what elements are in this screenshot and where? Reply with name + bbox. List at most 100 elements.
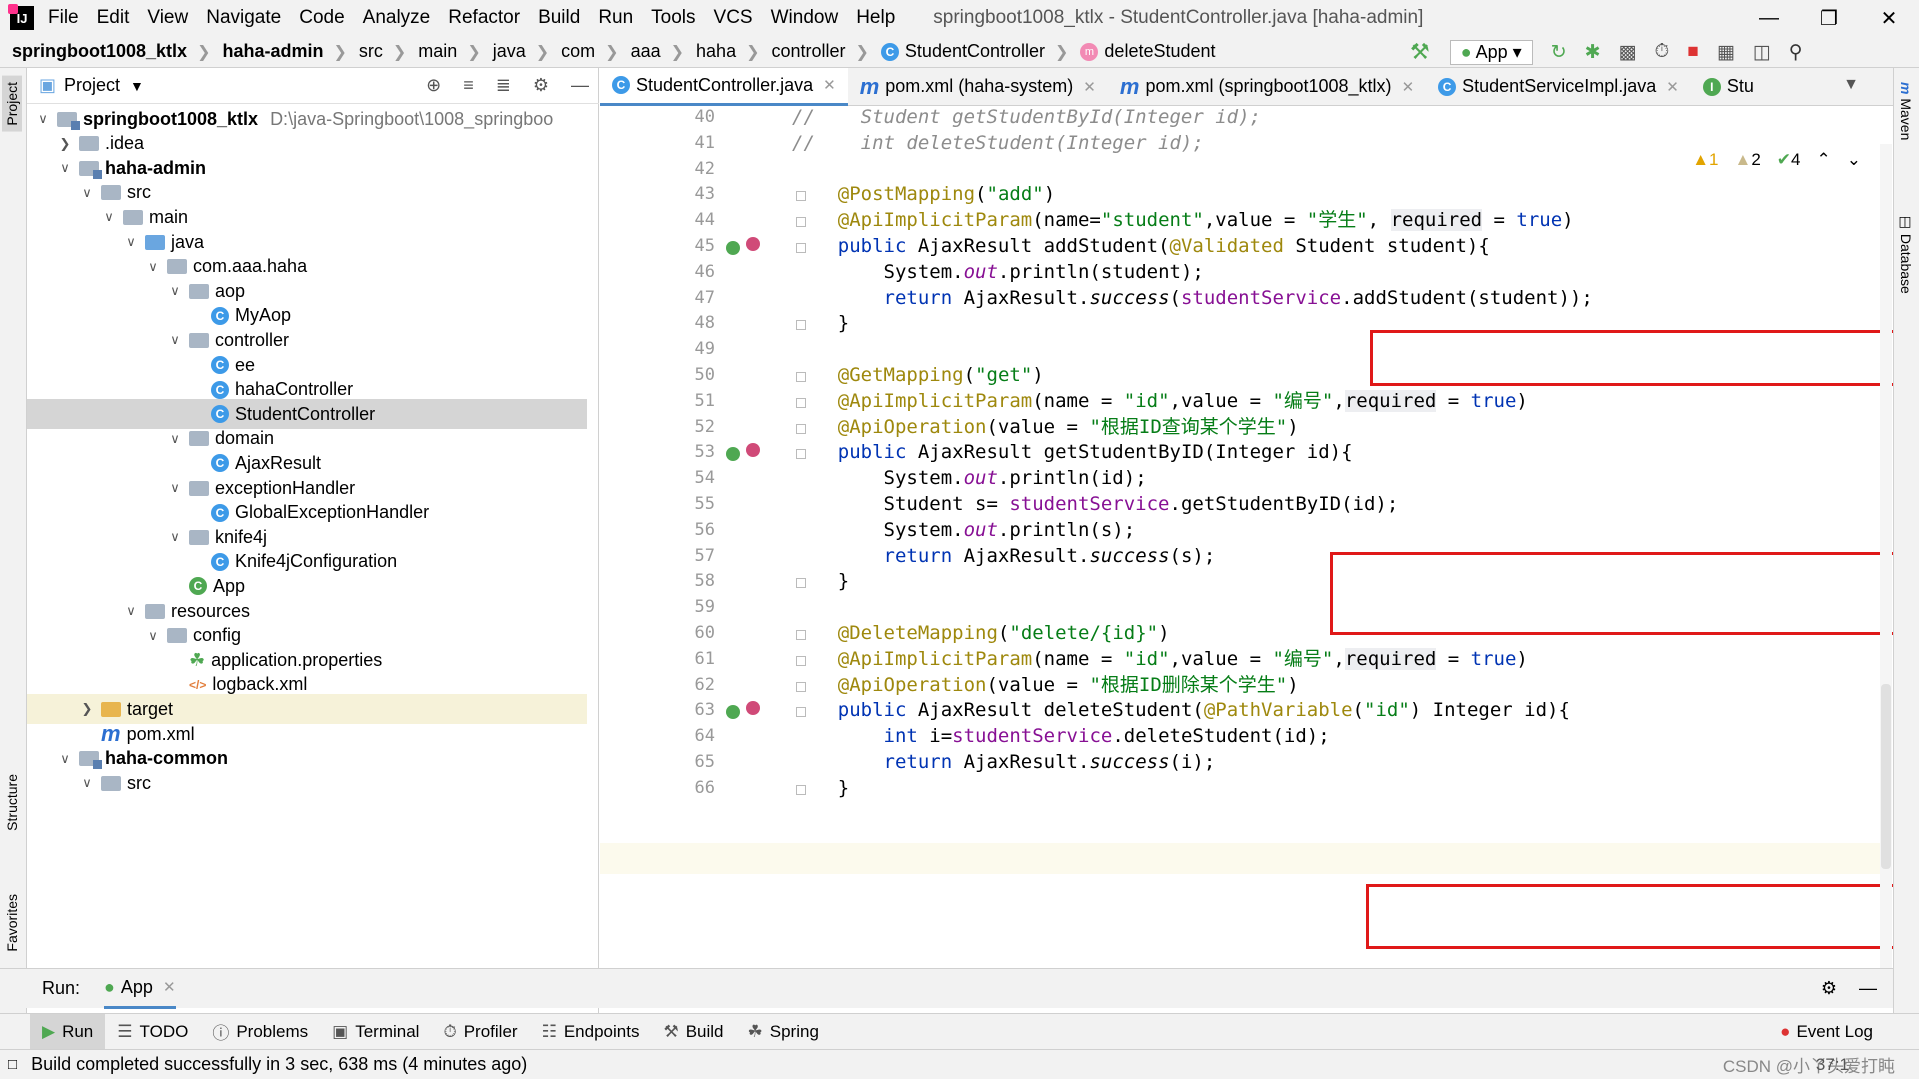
- run-settings-gear-icon[interactable]: ⚙: [1821, 978, 1837, 999]
- chevron-right-icon[interactable]: ❯: [57, 136, 73, 152]
- event-log-button[interactable]: ● Event Log: [1780, 1022, 1873, 1042]
- editor-tab[interactable]: m pom.xml (springboot1008_ktlx) ✕: [1108, 68, 1426, 106]
- breadcrumb-item[interactable]: haha ❯: [696, 41, 759, 62]
- hide-run-panel-icon[interactable]: —: [1859, 978, 1877, 999]
- fold-icon[interactable]: [796, 578, 806, 589]
- chevron-down-icon[interactable]: ∨: [101, 209, 117, 225]
- close-run-tab-icon[interactable]: ✕: [163, 978, 176, 996]
- chevron-right-icon[interactable]: ❯: [79, 701, 95, 717]
- fold-icon[interactable]: [796, 423, 806, 434]
- mapping-gutter-icon[interactable]: [746, 701, 760, 716]
- status-message[interactable]: Build completed successfully in 3 sec, 6…: [31, 1054, 527, 1075]
- tool-window-endpoints[interactable]: ☷ Endpoints: [530, 1014, 652, 1050]
- menu-refactor[interactable]: Refactor: [448, 7, 520, 29]
- menu-navigate[interactable]: Navigate: [206, 7, 281, 29]
- fold-icon[interactable]: [796, 449, 806, 460]
- code-line[interactable]: return AjaxResult.success(s);: [792, 541, 1216, 572]
- fold-icon[interactable]: [796, 707, 806, 718]
- breadcrumb-item[interactable]: src ❯: [359, 41, 406, 62]
- fold-icon[interactable]: [796, 784, 806, 795]
- fold-icon[interactable]: [796, 655, 806, 666]
- chevron-down-icon[interactable]: ∨: [145, 259, 161, 275]
- favorites-tool-tab[interactable]: Favorites: [2, 888, 22, 958]
- run-gutter-icon[interactable]: [726, 447, 740, 462]
- fold-icon[interactable]: [796, 243, 806, 253]
- close-tab-icon[interactable]: ✕: [823, 76, 836, 94]
- fold-icon[interactable]: [796, 630, 806, 640]
- minimize-icon[interactable]: —: [1739, 0, 1799, 36]
- search-icon[interactable]: ⚲: [1789, 41, 1803, 64]
- cursor-position[interactable]: 37:1: [1816, 1055, 1849, 1075]
- breadcrumb-item[interactable]: springboot1008_ktlx ❯: [12, 41, 210, 62]
- breadcrumb-item[interactable]: com ❯: [561, 41, 618, 62]
- stop-icon[interactable]: ■: [1687, 41, 1698, 63]
- debug-icon[interactable]: ✱: [1585, 41, 1601, 64]
- profile-icon[interactable]: ⏱: [1655, 41, 1670, 63]
- status-toggle-icon[interactable]: □: [8, 1056, 17, 1073]
- build-hammer-icon[interactable]: ⚒: [1410, 39, 1430, 65]
- breadcrumb-item[interactable]: haha-admin ❯: [222, 41, 346, 62]
- restore-icon[interactable]: ❐: [1799, 0, 1859, 36]
- menu-vcs[interactable]: VCS: [714, 7, 753, 29]
- breadcrumb-item[interactable]: aaa ❯: [631, 41, 684, 62]
- breadcrumb-item[interactable]: m deleteStudent: [1080, 41, 1216, 62]
- fold-icon[interactable]: [796, 397, 806, 408]
- code-area[interactable]: 40// Student getStudentById(Integer id);…: [600, 106, 1893, 968]
- window-layout-icon[interactable]: ◫: [1753, 41, 1771, 64]
- fold-icon[interactable]: [796, 320, 806, 331]
- coverage-icon[interactable]: ▩: [1619, 41, 1637, 64]
- run-config-select[interactable]: ● App ▾: [1449, 39, 1533, 65]
- chevron-down-icon[interactable]: ∨: [57, 160, 73, 176]
- chevron-down-icon[interactable]: ∨: [167, 332, 183, 348]
- code-line[interactable]: return AjaxResult.success(studentService…: [792, 283, 1593, 314]
- close-icon[interactable]: ✕: [1859, 0, 1919, 36]
- run-gutter-icon[interactable]: [726, 241, 740, 255]
- structure-tool-tab[interactable]: Structure: [2, 768, 22, 837]
- chevron-down-icon[interactable]: ∨: [167, 529, 183, 545]
- editor-tab[interactable]: C StudentController.java ✕: [600, 67, 848, 106]
- chevron-down-icon[interactable]: ∨: [123, 603, 139, 619]
- next-highlight-icon[interactable]: ⌄: [1847, 150, 1861, 170]
- chevron-down-icon[interactable]: ∨: [79, 775, 95, 791]
- tool-window-profiler[interactable]: ⏱ Profiler: [431, 1014, 529, 1050]
- tool-window-terminal[interactable]: ▣ Terminal: [320, 1014, 431, 1050]
- menu-file[interactable]: File: [48, 7, 79, 29]
- prev-highlight-icon[interactable]: ⌃: [1817, 150, 1831, 170]
- menu-code[interactable]: Code: [299, 7, 344, 29]
- fold-icon[interactable]: [796, 372, 806, 382]
- tool-window-run[interactable]: ▶ Run: [30, 1013, 106, 1050]
- chevron-down-icon[interactable]: ∨: [167, 283, 183, 299]
- mapping-gutter-icon[interactable]: [746, 237, 760, 251]
- close-tab-icon[interactable]: ✕: [1083, 78, 1096, 96]
- tree-node[interactable]: ∨ src: [27, 768, 587, 798]
- menu-run[interactable]: Run: [598, 7, 633, 29]
- editor-tab[interactable]: I Stu: [1691, 68, 1766, 106]
- breadcrumb-item[interactable]: C StudentController ❯: [880, 41, 1068, 62]
- hide-icon[interactable]: —: [571, 75, 589, 96]
- tabs-overflow-icon[interactable]: ▼: [1843, 76, 1859, 94]
- chevron-down-icon[interactable]: ∨: [167, 431, 183, 447]
- menu-tools[interactable]: Tools: [651, 7, 695, 29]
- tool-window-todo[interactable]: ☰ TODO: [105, 1014, 200, 1050]
- menu-window[interactable]: Window: [771, 7, 839, 29]
- chevron-down-icon[interactable]: ▼: [130, 78, 144, 94]
- gear-icon[interactable]: ⚙: [533, 75, 549, 96]
- locate-icon[interactable]: ⊕: [426, 75, 441, 96]
- tool-window-problems[interactable]: ⓘ Problems: [200, 1014, 320, 1050]
- run-tab-app[interactable]: ● App ✕: [104, 969, 176, 1009]
- breadcrumb-item[interactable]: java ❯: [493, 41, 549, 62]
- database-tool-tab[interactable]: ◫ Database: [1896, 208, 1916, 300]
- fold-icon[interactable]: [796, 191, 806, 202]
- chevron-down-icon[interactable]: ∨: [79, 185, 95, 201]
- breadcrumb-item[interactable]: main ❯: [418, 41, 480, 62]
- rerun-icon[interactable]: ↻: [1551, 41, 1567, 64]
- tool-window-spring[interactable]: ☘ Spring: [736, 1014, 831, 1050]
- project-panel-title[interactable]: Project: [64, 75, 120, 96]
- tool-window-build[interactable]: ⚒ Build: [651, 1014, 735, 1050]
- project-tool-tab[interactable]: Project: [2, 76, 22, 132]
- close-tab-icon[interactable]: ✕: [1402, 78, 1415, 96]
- chevron-down-icon[interactable]: ∨: [35, 111, 51, 127]
- chevron-down-icon[interactable]: ∨: [57, 751, 73, 767]
- menu-build[interactable]: Build: [538, 7, 580, 29]
- inspection-widget[interactable]: ▲1 ▲2 ✔4 ⌃ ⌄: [1692, 150, 1861, 170]
